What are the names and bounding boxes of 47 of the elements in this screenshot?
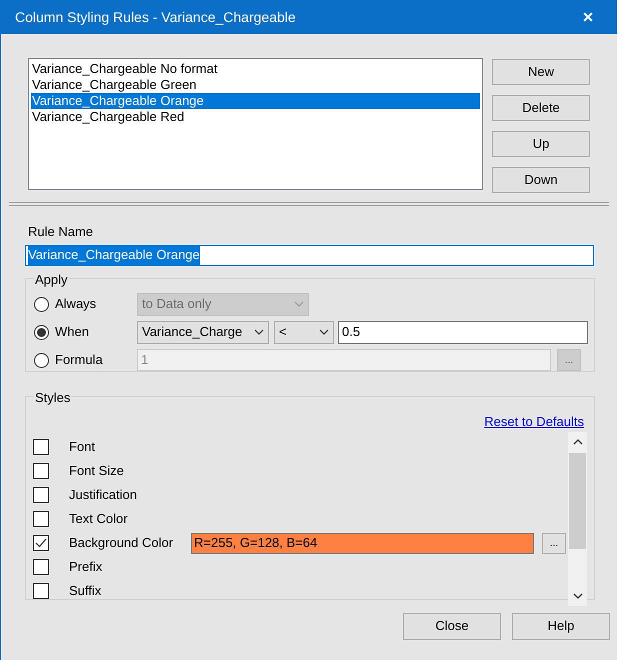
window-title: Column Styling Rules - Variance_Chargeable: [15, 8, 296, 27]
style-label: Font Size: [69, 462, 125, 480]
reset-link[interactable]: Reset to Defaults: [484, 412, 584, 431]
radio-label: Always: [55, 295, 96, 314]
checkbox[interactable]: [33, 463, 49, 479]
rule-list-item[interactable]: Variance_Chargeable Red: [31, 109, 480, 125]
style-label: Prefix: [69, 558, 104, 576]
checkbox[interactable]: [33, 511, 49, 527]
chevron-down-icon: [254, 329, 264, 335]
close-button[interactable]: ×: [573, 4, 603, 30]
ellipsis-button[interactable]: ...: [542, 532, 566, 554]
scroll-down-icon[interactable]: [572, 593, 582, 599]
dialog-button[interactable]: Close: [403, 612, 501, 640]
rule-button[interactable]: New: [492, 59, 590, 85]
style-label: Suffix: [69, 582, 102, 600]
rule-button[interactable]: Down: [492, 167, 590, 193]
rule-list-item[interactable]: Variance_Chargeable No format: [31, 61, 480, 77]
dropdown[interactable]: <: [274, 320, 334, 344]
dialog-button[interactable]: Help: [512, 612, 610, 640]
checkbox[interactable]: [33, 583, 49, 599]
chevron-down-icon: [319, 329, 329, 335]
radio-button[interactable]: [34, 324, 49, 340]
rule-list[interactable]: Variance_Chargeable No format Variance_Chargeable Green Variance_Chargeable Orange Variance_Chargeable Red: [28, 58, 483, 190]
checkbox[interactable]: [33, 559, 49, 575]
checkbox[interactable]: [33, 535, 49, 551]
chevron-down-icon: [294, 301, 304, 307]
style-label: Font: [69, 438, 96, 456]
radio-label: Formula: [55, 351, 103, 370]
rule-list-item[interactable]: Variance_Chargeable Orange: [31, 93, 480, 109]
radio-label: When: [55, 323, 89, 342]
scroll-up-icon[interactable]: [572, 439, 582, 445]
checkbox[interactable]: [33, 439, 49, 455]
color-field[interactable]: R=255, G=128, B=64: [191, 532, 534, 554]
dropdown[interactable]: Variance_Charge: [137, 320, 269, 344]
rule-name-label: Rule Name: [28, 224, 94, 239]
rule-list-item[interactable]: Variance_Chargeable Green: [31, 77, 480, 93]
radio-button[interactable]: [34, 296, 49, 312]
style-label: Background Color: [69, 534, 174, 552]
scroll-thumb[interactable]: [569, 453, 586, 549]
scrollbar[interactable]: [568, 432, 587, 606]
style-label: Justification: [69, 486, 138, 504]
style-label: Text Color: [69, 510, 129, 528]
rule-button[interactable]: Up: [492, 131, 590, 157]
rule-button[interactable]: Delete: [492, 95, 590, 121]
rule-name-field[interactable]: Variance_Chargeable Orange: [25, 244, 594, 266]
value-field[interactable]: 0.5: [338, 320, 588, 344]
checkbox[interactable]: [33, 487, 49, 503]
